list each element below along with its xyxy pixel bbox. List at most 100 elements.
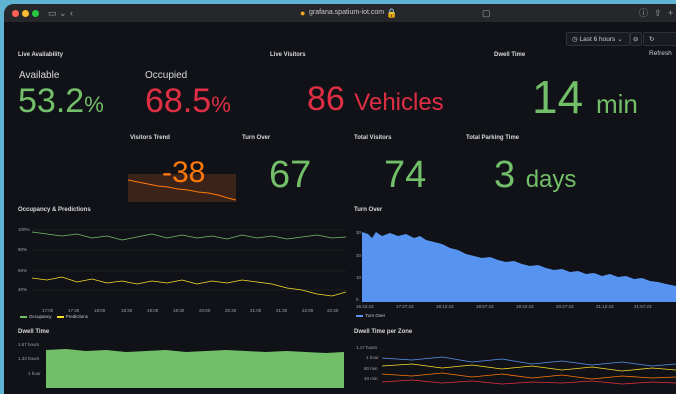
dwell-time-stat: 14 min — [532, 74, 638, 120]
dashboard-window: ▭ ⌄ ‹ ● grafana.spatium-iot.com 🔒 ▢ ⓘ ⇧ … — [4, 4, 676, 394]
total-visitors-title: Total Visitors — [354, 135, 392, 141]
occupancy-plot — [32, 229, 346, 297]
turn-over-x-tick: 18:57:23 — [476, 304, 494, 309]
predictions-series-line — [32, 276, 346, 297]
dwell-zone-y-tick: 40 min — [364, 376, 378, 381]
legend-label: Turn Over — [365, 313, 386, 318]
close-window-button[interactable] — [12, 10, 19, 17]
turn-over-legend[interactable]: Turn Over — [356, 313, 385, 318]
total-visitors-value: 74 — [384, 154, 427, 196]
dwell-zone-y-tick: 50 min — [364, 366, 378, 371]
zoom-out-icon: ⊖ — [633, 36, 639, 43]
total-parking-time-unit: days — [525, 166, 577, 193]
legend-label: Predictions — [65, 314, 89, 319]
occupancy-series-line — [32, 231, 346, 241]
reader-icon[interactable]: ▢ — [482, 7, 491, 19]
turn-over-x-tick: 17:27:23 — [396, 304, 414, 309]
total-parking-time-title: Total Parking Time — [466, 135, 520, 141]
visitors-trend-title: Visitors Trend — [130, 135, 170, 141]
legend-label: Occupancy — [29, 314, 52, 319]
back-arrow-icon[interactable]: ‹ — [70, 7, 73, 19]
occupancy-x-tick: 19:00 — [147, 308, 159, 313]
occupancy-x-tick: 18:30 — [121, 308, 133, 313]
turn-over-y-tick: 20 — [356, 253, 362, 258]
dwell-time-y-tick: 1.33 hours — [18, 356, 40, 361]
dwell-zone-y-tick: 1.17 hours — [356, 345, 378, 350]
available-value: 53.2 — [18, 82, 85, 120]
occupancy-x-tick: 22:30 — [327, 308, 339, 313]
occupancy-x-tick: 20:00 — [199, 308, 211, 313]
turn-over-y-tick: 0 — [356, 297, 359, 302]
dwell-time-area — [46, 349, 344, 388]
occupancy-x-tick: 18:00 — [94, 308, 106, 313]
live-visitors-title: Live Visitors — [270, 52, 306, 58]
refresh-label: Refresh — [649, 50, 672, 57]
dwell-time-plot — [46, 349, 344, 388]
download-icon[interactable]: ⓘ — [639, 7, 648, 19]
zone-series-line — [382, 356, 676, 367]
occupancy-x-tick: 21:00 — [250, 308, 262, 313]
maximize-window-button[interactable] — [32, 10, 39, 17]
occupancy-legend: Occupancy Predictions — [20, 314, 88, 319]
occupied-label: Occupied — [145, 70, 188, 81]
refresh-button[interactable]: ↻ Refresh — [643, 32, 676, 57]
legend-swatch — [356, 314, 363, 317]
occupancy-x-tick: 20:30 — [225, 308, 237, 313]
lock-icon: 🔒 — [386, 8, 398, 18]
turn-over-x-tick: 20:27:23 — [556, 304, 574, 309]
dwell-zone-y-tick: 1 hour — [366, 355, 379, 360]
time-range-label: Last 6 hours — [579, 36, 616, 43]
occupied-unit: % — [211, 92, 231, 117]
zone-series-line — [382, 363, 676, 372]
visitors-trend-value: -38 — [162, 156, 206, 189]
total-parking-time-stat: 3 days — [494, 156, 576, 194]
browser-toolbar: ▭ ⌄ ‹ ● grafana.spatium-iot.com 🔒 ▢ ⓘ ⇧ … — [4, 4, 676, 22]
turn-over-x-tick: 19:42:23 — [516, 304, 534, 309]
occupancy-x-tick: 22:00 — [302, 308, 314, 313]
legend-item-occupancy[interactable]: Occupancy — [20, 314, 52, 319]
occupancy-title: Occupancy & Predictions — [18, 207, 91, 213]
dwell-time-y-tick: 1.67 hours — [18, 342, 40, 347]
address-bar[interactable]: grafana.spatium-iot.com — [309, 7, 384, 19]
occupancy-y-tick: 40% — [18, 287, 28, 292]
available-unit: % — [84, 92, 104, 117]
turn-over-chart-title: Turn Over — [354, 207, 383, 213]
turn-over-x-tick: 21:57:23 — [634, 304, 652, 309]
turn-over-y-tick: 30 — [356, 230, 362, 235]
live-visitors-unit: Vehicles — [354, 89, 444, 116]
refresh-icon: ↻ — [649, 36, 655, 43]
zoom-out-button[interactable]: ⊖ — [630, 32, 642, 46]
dwell-time-title: Dwell Time — [494, 52, 526, 58]
turn-over-x-tick: 18:12:23 — [436, 304, 454, 309]
new-tab-icon[interactable]: + — [668, 7, 673, 19]
dwell-zone-title: Dwell Time per Zone — [354, 329, 413, 335]
occupancy-x-tick: 21:30 — [276, 308, 288, 313]
site-favicon-icon: ● — [300, 8, 306, 18]
occupancy-y-tick: 80% — [18, 247, 28, 252]
occupancy-y-tick: 60% — [18, 268, 28, 273]
turn-over-stat-value: 67 — [269, 154, 312, 196]
available-stat: 53.2% — [18, 84, 104, 118]
occupancy-x-tick: 17:30 — [68, 308, 80, 313]
occupied-value: 68.5 — [145, 82, 212, 120]
turn-over-y-tick: 10 — [356, 275, 362, 280]
legend-item-predictions[interactable]: Predictions — [56, 314, 89, 319]
dwell-time-y-tick: 1 hour — [28, 371, 41, 376]
dwell-time-value: 14 — [532, 71, 584, 123]
turn-over-area — [362, 232, 676, 302]
turn-over-x-tick: 16:42:23 — [356, 304, 374, 309]
share-icon[interactable]: ⇧ — [654, 7, 662, 19]
zone-series-line — [382, 379, 676, 385]
sidebar-toggle-icon[interactable]: ▭ ⌄ — [48, 7, 67, 19]
live-visitors-value: 86 — [307, 80, 345, 118]
legend-swatch — [56, 315, 64, 318]
legend-swatch — [20, 315, 27, 318]
turn-over-plot — [362, 232, 676, 302]
available-label: Available — [19, 70, 60, 81]
occupied-stat: 68.5% — [145, 84, 231, 118]
minimize-window-button[interactable] — [22, 10, 29, 17]
zone-series-line — [382, 372, 676, 380]
time-range-picker[interactable]: ◷ Last 6 hours ⌄ — [566, 32, 630, 46]
occupancy-x-tick: 17:00 — [42, 308, 54, 313]
chevron-down-icon: ⌄ — [615, 36, 623, 43]
